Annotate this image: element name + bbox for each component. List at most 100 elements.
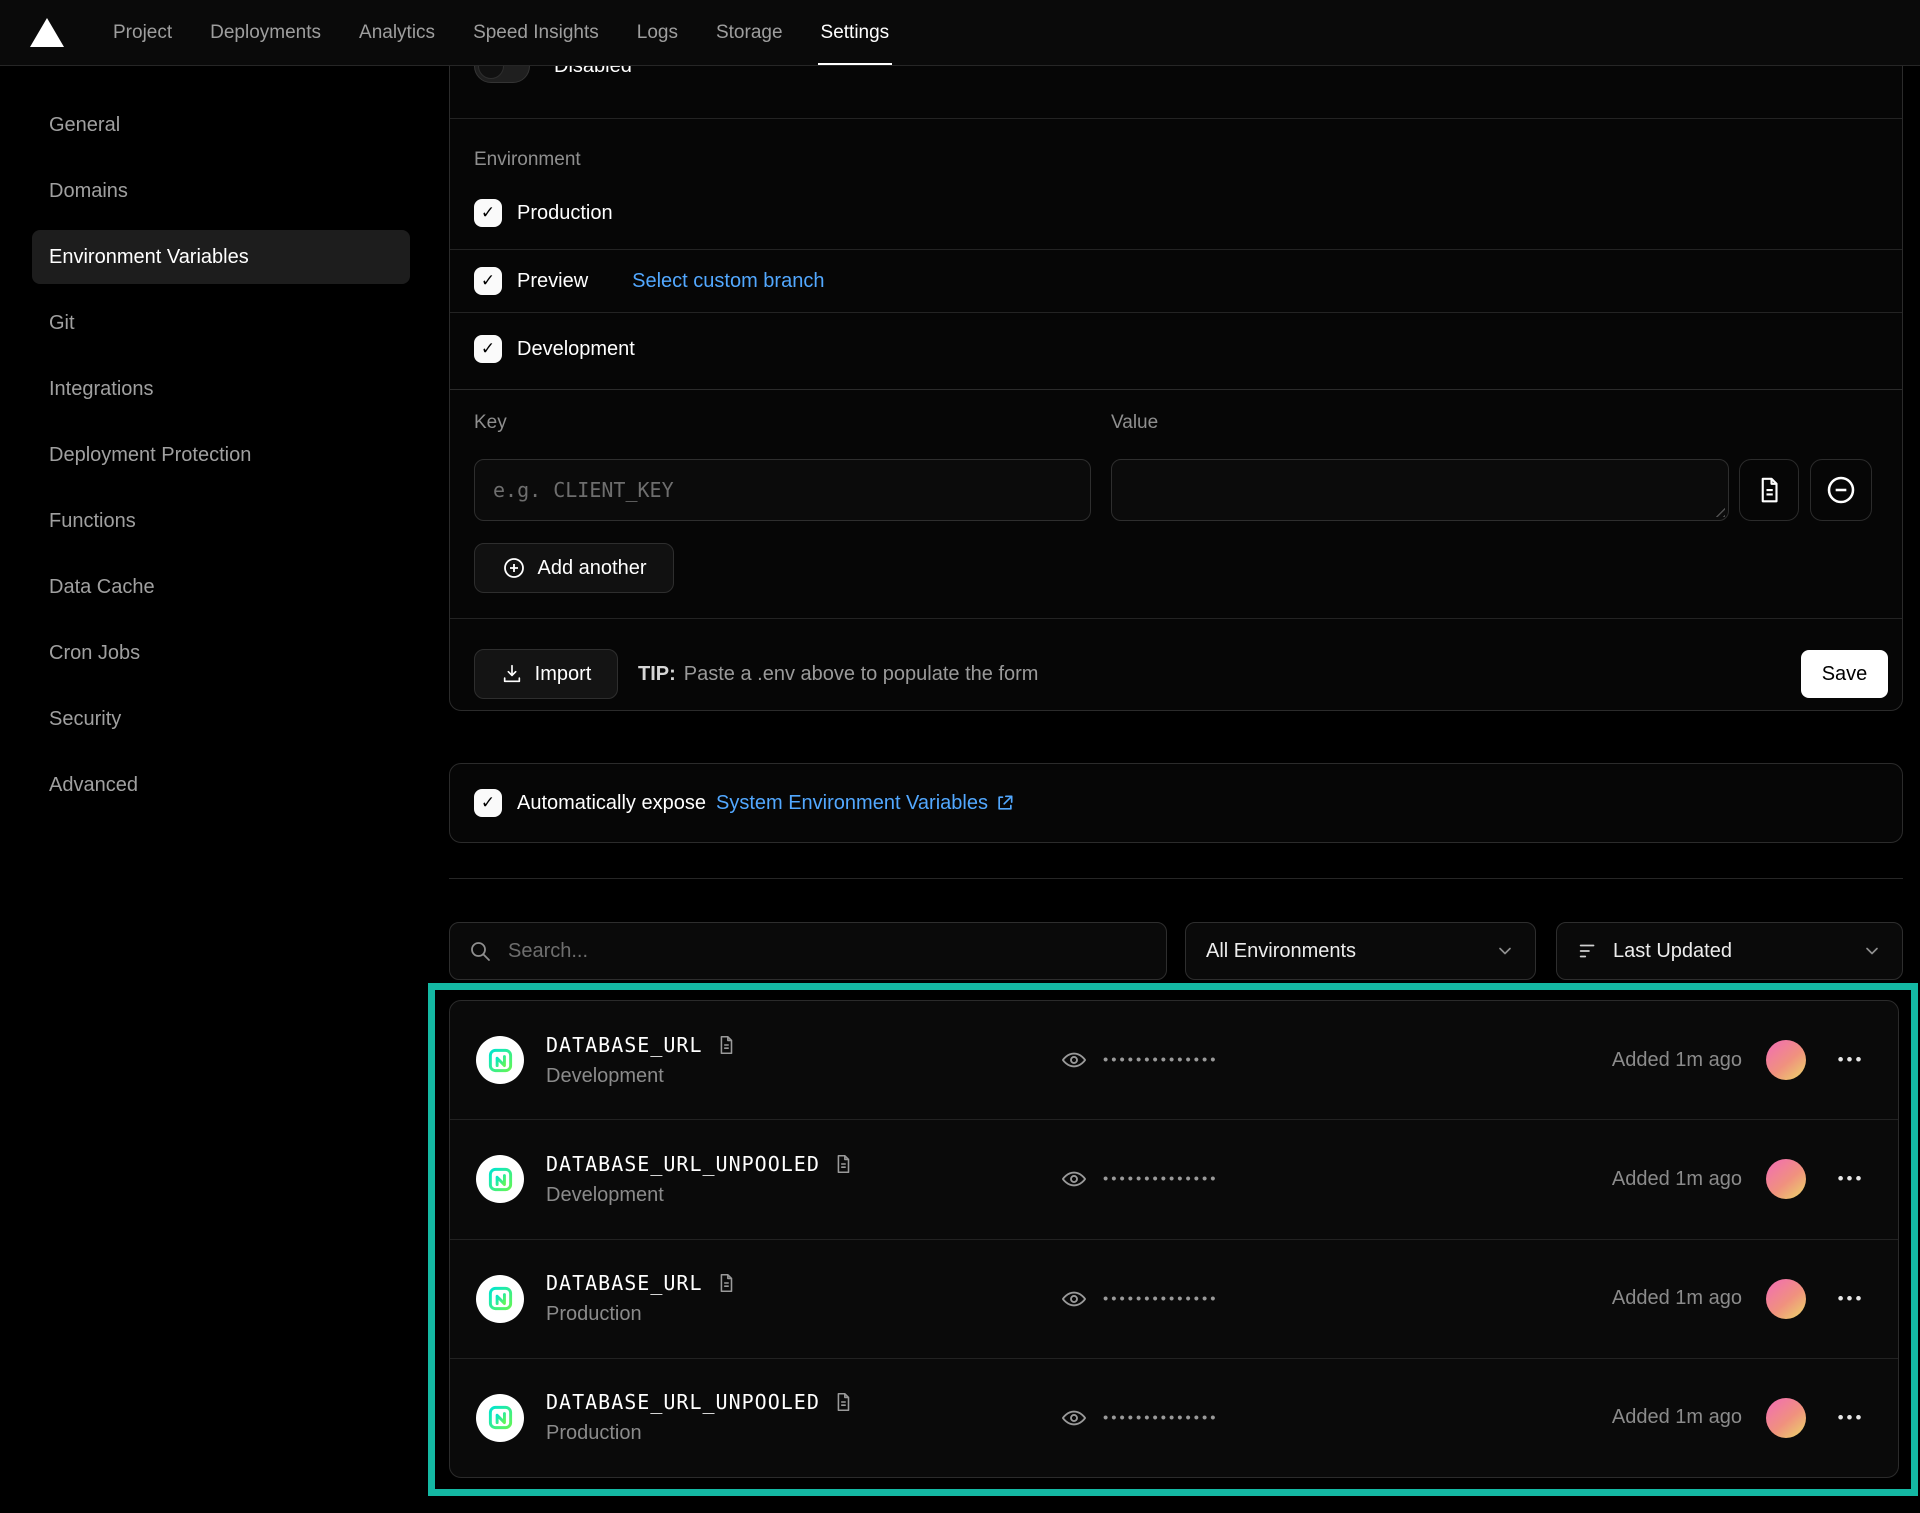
env-var-row[interactable]: DATABASE_URL_UNPOOLED Development ••••••…	[450, 1119, 1898, 1238]
divider	[450, 249, 1902, 250]
search-icon	[468, 939, 492, 963]
nav-item-analytics[interactable]: Analytics	[340, 0, 454, 65]
env-var-info: DATABASE_URL Production	[546, 1271, 737, 1326]
nav-item-deployments[interactable]: Deployments	[191, 0, 340, 65]
nav-item-storage[interactable]: Storage	[697, 0, 802, 65]
row-menu-button[interactable]	[1830, 1289, 1872, 1309]
row-meta: Added 1m ago	[1612, 1279, 1872, 1319]
divider	[450, 312, 1902, 313]
sidebar-item-security[interactable]: Security	[32, 692, 410, 746]
sidebar-item-deployment-protection[interactable]: Deployment Protection	[32, 428, 410, 482]
import-env-file-button[interactable]	[1739, 459, 1799, 521]
chevron-down-icon	[1862, 941, 1882, 961]
section-divider	[449, 878, 1903, 879]
import-label: Import	[535, 663, 592, 686]
env-var-row[interactable]: DATABASE_URL Development •••••••••••••• …	[450, 1001, 1898, 1119]
nav-item-settings[interactable]: Settings	[802, 0, 909, 65]
development-checkbox[interactable]	[474, 335, 502, 363]
env-var-environment: Production	[546, 1303, 737, 1326]
avatar	[1766, 1279, 1806, 1319]
env-var-name: DATABASE_URL_UNPOOLED	[546, 1390, 820, 1414]
remove-row-button[interactable]	[1810, 459, 1872, 521]
sidebar-item-cron-jobs[interactable]: Cron Jobs	[32, 626, 410, 680]
add-another-button[interactable]: Add another	[474, 543, 674, 593]
top-navbar: Project Deployments Analytics Speed Insi…	[0, 0, 1920, 66]
reveal-value-eye-icon[interactable]	[1060, 1285, 1088, 1313]
divider	[450, 118, 1902, 119]
added-timestamp: Added 1m ago	[1612, 1049, 1742, 1072]
masked-value: ••••••••••••••	[1103, 1290, 1219, 1307]
avatar	[1766, 1159, 1806, 1199]
sort-value: Last Updated	[1613, 940, 1848, 963]
divider	[450, 618, 1902, 619]
env-var-name: DATABASE_URL	[546, 1033, 703, 1057]
row-meta: Added 1m ago	[1612, 1040, 1872, 1080]
save-button[interactable]: Save	[1801, 650, 1888, 698]
reveal-value-eye-icon[interactable]	[1060, 1046, 1088, 1074]
avatar	[1766, 1040, 1806, 1080]
env-var-list: DATABASE_URL Development •••••••••••••• …	[449, 1000, 1899, 1478]
reveal-value-eye-icon[interactable]	[1060, 1165, 1088, 1193]
row-menu-button[interactable]	[1830, 1050, 1872, 1070]
nav-item-project[interactable]: Project	[94, 0, 191, 65]
masked-value: ••••••••••••••	[1103, 1171, 1219, 1188]
system-env-vars-link[interactable]: System Environment Variables	[716, 792, 1015, 815]
sidebar-item-general[interactable]: General	[32, 98, 410, 152]
download-icon	[501, 663, 523, 685]
environment-filter-dropdown[interactable]: All Environments	[1185, 922, 1536, 980]
system-env-vars-link-label: System Environment Variables	[716, 792, 988, 815]
sidebar-item-domains[interactable]: Domains	[32, 164, 410, 218]
neon-integration-icon	[476, 1155, 524, 1203]
env-var-environment: Production	[546, 1422, 854, 1445]
added-timestamp: Added 1m ago	[1612, 1287, 1742, 1310]
production-label: Production	[517, 202, 613, 225]
key-input[interactable]	[474, 459, 1091, 521]
nav-item-logs[interactable]: Logs	[618, 0, 697, 65]
env-checkbox-row-production: Production	[474, 199, 613, 227]
sidebar-item-git[interactable]: Git	[32, 296, 410, 350]
environment-filter-value: All Environments	[1206, 940, 1481, 963]
value-field-label: Value	[1111, 412, 1158, 434]
vercel-logo[interactable]	[30, 0, 64, 65]
neon-integration-icon	[476, 1275, 524, 1323]
env-checkbox-row-preview: Preview Select custom branch	[474, 267, 824, 295]
note-icon	[715, 1272, 737, 1294]
sidebar-item-data-cache[interactable]: Data Cache	[32, 560, 410, 614]
file-icon	[1754, 475, 1784, 505]
tip-text: TIP:Paste a .env above to populate the f…	[638, 649, 1038, 699]
import-button[interactable]: Import	[474, 649, 618, 699]
env-var-environment: Development	[546, 1065, 737, 1088]
env-var-environment: Development	[546, 1184, 854, 1207]
env-var-name: DATABASE_URL	[546, 1271, 703, 1295]
nav-item-speed-insights[interactable]: Speed Insights	[454, 0, 618, 65]
auto-expose-panel: Automatically expose System Environment …	[449, 763, 1903, 843]
sidebar-item-advanced[interactable]: Advanced	[32, 758, 410, 812]
row-menu-button[interactable]	[1830, 1408, 1872, 1428]
sidebar-item-integrations[interactable]: Integrations	[32, 362, 410, 416]
row-meta: Added 1m ago	[1612, 1159, 1872, 1199]
sort-lines-icon	[1577, 940, 1599, 962]
tip-prefix: TIP:	[638, 663, 676, 685]
external-link-icon	[995, 793, 1015, 813]
select-custom-branch-link[interactable]: Select custom branch	[632, 270, 824, 293]
env-var-info: DATABASE_URL_UNPOOLED Development	[546, 1152, 854, 1207]
masked-value: ••••••••••••••	[1103, 1409, 1219, 1426]
env-var-row[interactable]: DATABASE_URL Production •••••••••••••• A…	[450, 1239, 1898, 1358]
env-var-row[interactable]: DATABASE_URL_UNPOOLED Production •••••••…	[450, 1358, 1898, 1477]
row-meta: Added 1m ago	[1612, 1398, 1872, 1438]
auto-expose-checkbox[interactable]	[474, 789, 502, 817]
sort-dropdown[interactable]: Last Updated	[1556, 922, 1903, 980]
preview-checkbox[interactable]	[474, 267, 502, 295]
row-menu-button[interactable]	[1830, 1169, 1872, 1189]
production-checkbox[interactable]	[474, 199, 502, 227]
sidebar-item-environment-variables[interactable]: Environment Variables	[32, 230, 410, 284]
chevron-down-icon	[1495, 941, 1515, 961]
reveal-value-eye-icon[interactable]	[1060, 1404, 1088, 1432]
env-checkbox-row-development: Development	[474, 335, 635, 363]
auto-expose-label: Automatically expose	[517, 792, 706, 815]
value-input[interactable]	[1111, 459, 1729, 521]
note-icon	[832, 1153, 854, 1175]
search-input[interactable]	[508, 940, 1148, 963]
sidebar-item-functions[interactable]: Functions	[32, 494, 410, 548]
development-label: Development	[517, 338, 635, 361]
